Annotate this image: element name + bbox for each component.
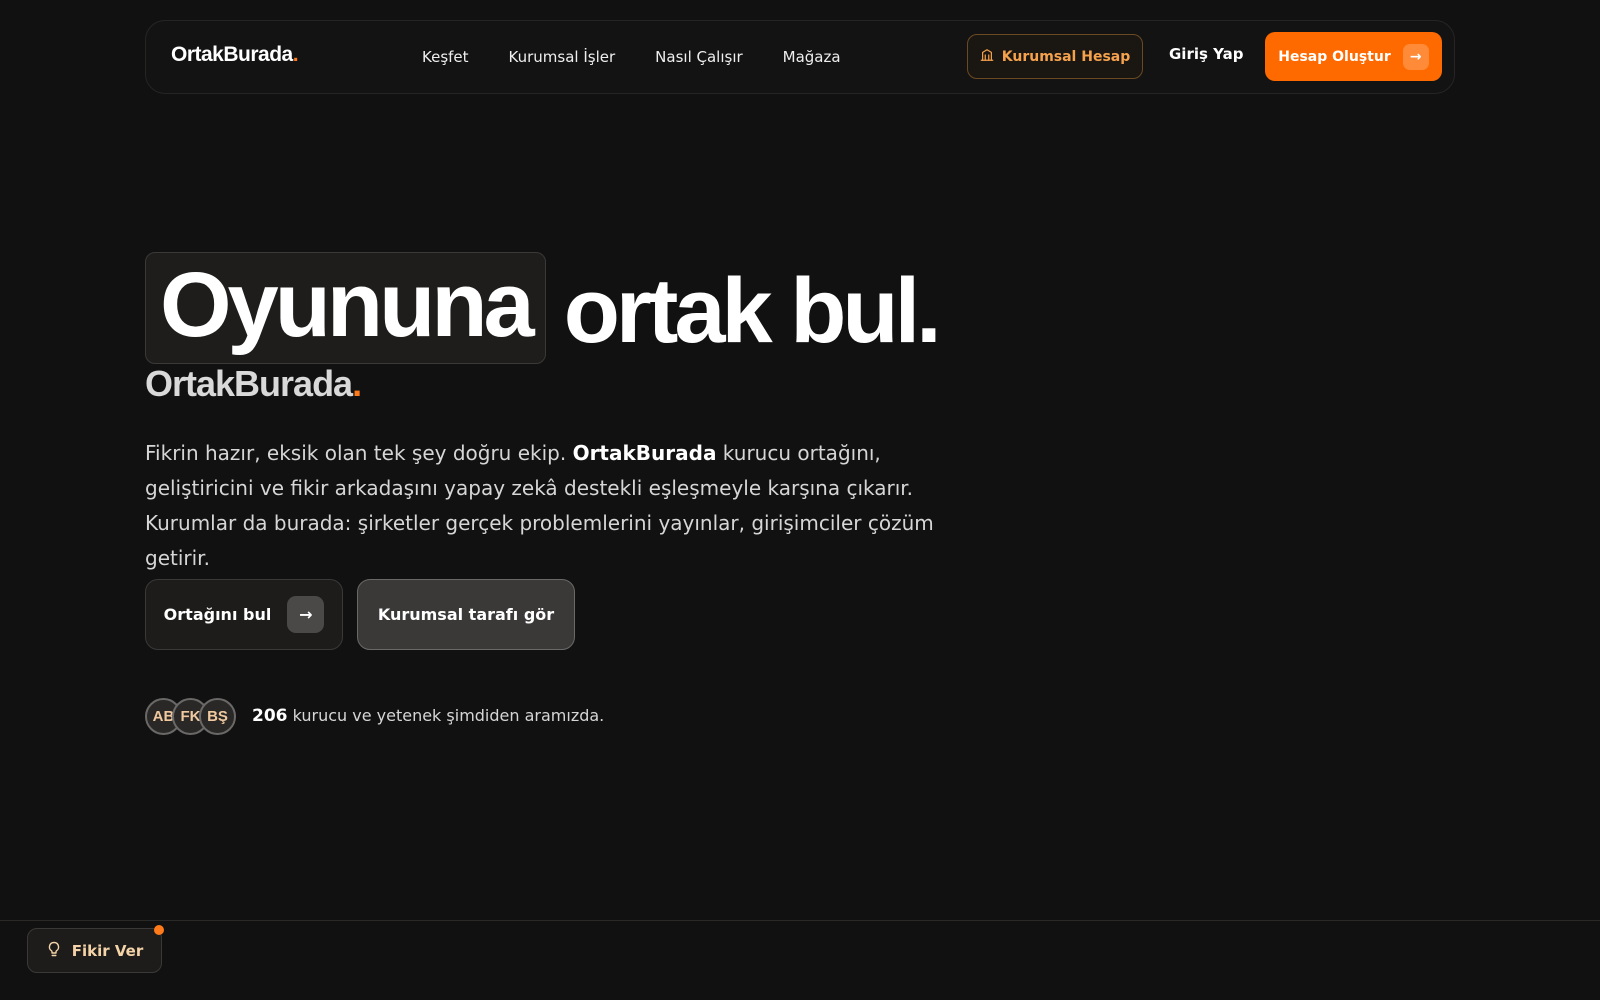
subtitle-dot: . [352, 363, 362, 404]
find-partner-button[interactable]: Ortağını bul → [145, 579, 343, 650]
arrow-right-icon: → [287, 596, 325, 633]
notification-dot [154, 925, 164, 935]
avatar-stack: AB FK BŞ [145, 697, 236, 735]
avatar: BŞ [199, 697, 236, 735]
nav-link-nasil-calisir[interactable]: Nasıl Çalışır [655, 48, 742, 66]
feedback-button[interactable]: Fikir Ver [27, 925, 164, 973]
member-count-text: 206 kurucu ve yetenek şimdiden aramızda. [252, 706, 605, 726]
nav-link-kurumsal-isler[interactable]: Kurumsal İşler [509, 48, 616, 66]
hero-description: Fikrin hazır, eksik olan tek şey doğru e… [145, 441, 934, 570]
hero-title: Oyununa ortak bul. [145, 252, 942, 364]
building-icon [980, 48, 994, 66]
nav-link-kesfet[interactable]: Keşfet [422, 48, 469, 66]
hero-description-brand: OrtakBurada [572, 441, 717, 465]
corporate-account-label: Kurumsal Hesap [1001, 48, 1131, 65]
nav-link-magaza[interactable]: Mağaza [783, 48, 841, 66]
top-navbar: OrtakBurada. Keşfet Kurumsal İşler Nasıl… [145, 20, 1455, 94]
login-link[interactable]: Giriş Yap [1169, 45, 1244, 63]
logo-dot: . [292, 43, 299, 66]
member-count: 206 [252, 706, 288, 726]
feedback-label: Fikir Ver [71, 941, 144, 960]
create-account-button[interactable]: Hesap Oluştur → [1265, 32, 1442, 81]
hero-title-highlight: Oyununa [145, 252, 546, 364]
social-proof: AB FK BŞ 206 kurucu ve yetenek şimdiden … [145, 697, 604, 735]
brand-logo[interactable]: OrtakBurada. [171, 43, 299, 67]
find-partner-label: Ortağını bul [163, 605, 272, 624]
nav-links: Keşfet Kurumsal İşler Nasıl Çalışır Mağa… [422, 21, 841, 93]
create-account-label: Hesap Oluştur [1278, 48, 1391, 65]
hero-subtitle: OrtakBurada. [145, 363, 362, 404]
see-corporate-label: Kurumsal tarafı gör [377, 605, 555, 624]
arrow-right-icon: → [1402, 43, 1429, 70]
corporate-account-button[interactable]: Kurumsal Hesap [967, 34, 1143, 79]
bottom-divider [0, 920, 1600, 921]
see-corporate-button[interactable]: Kurumsal tarafı gör [357, 579, 575, 650]
lightbulb-icon [46, 941, 62, 961]
hero-title-rest: ortak bul. [563, 260, 942, 362]
page: OrtakBurada. Keşfet Kurumsal İşler Nasıl… [0, 0, 1600, 1000]
